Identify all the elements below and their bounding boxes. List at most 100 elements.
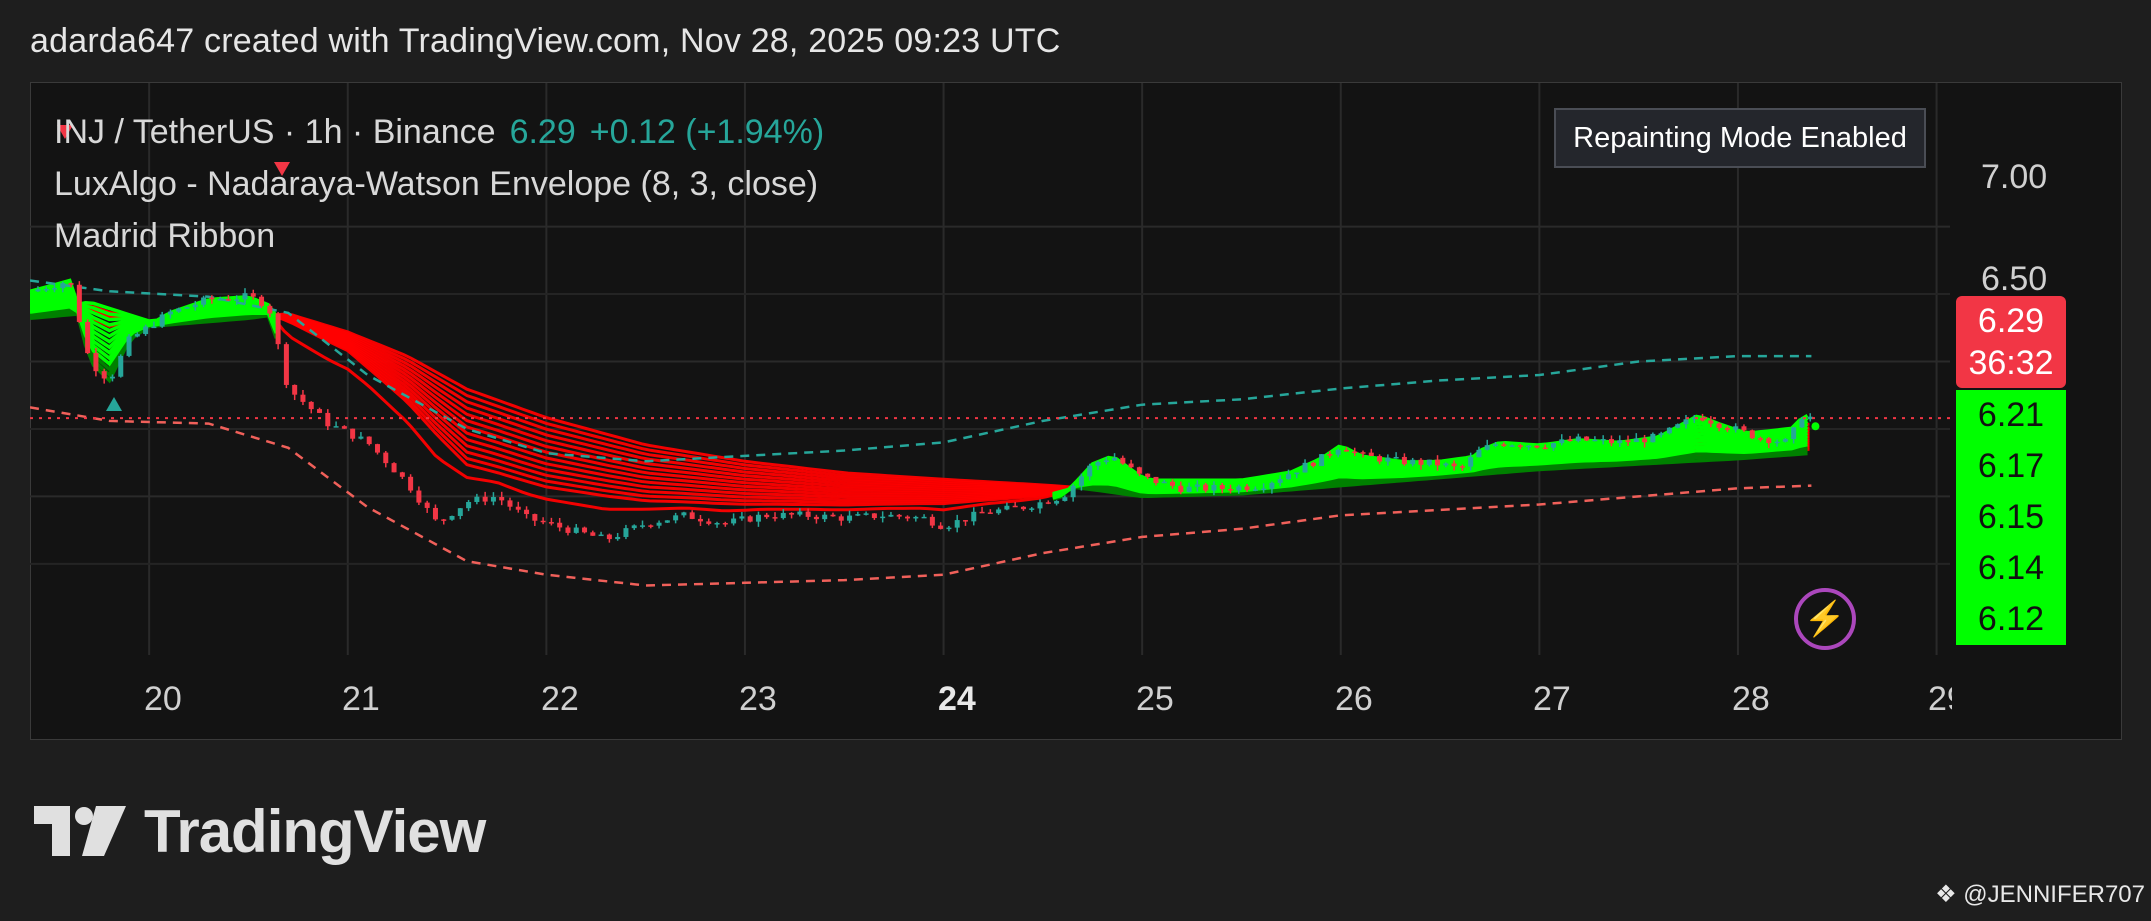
- candle-body-down: [1178, 485, 1184, 492]
- candle-body-up: [1493, 444, 1499, 446]
- candle-body-down: [250, 293, 256, 297]
- candle-body-down: [1435, 459, 1441, 466]
- candle-body-down: [515, 506, 521, 510]
- candle-body-up: [1285, 474, 1291, 480]
- time-label: 20: [144, 680, 182, 718]
- candle-body-down: [1401, 456, 1407, 465]
- candle-body-down: [905, 516, 911, 519]
- candle-body-down: [813, 516, 819, 520]
- tradingview-logo[interactable]: TradingView: [34, 798, 486, 865]
- candle-body-down: [1741, 426, 1747, 431]
- candle-body-down: [85, 321, 91, 354]
- candle-body-up: [60, 283, 66, 289]
- candle-body-up: [1600, 439, 1606, 441]
- candle-body-down: [1219, 485, 1225, 489]
- candle-body-down: [1584, 436, 1590, 441]
- candle-body-up: [466, 501, 472, 509]
- candle-body-up: [623, 528, 629, 537]
- candle-body-up: [664, 520, 670, 523]
- bar-countdown: 36:32: [1968, 344, 2054, 382]
- time-label: 28: [1732, 680, 1770, 718]
- candle-body-down: [987, 512, 993, 514]
- price-tick-7: 7.00: [1981, 158, 2048, 196]
- candle-body-up: [217, 299, 223, 301]
- candle-body-down: [789, 512, 795, 515]
- candle-body-up: [1087, 465, 1093, 477]
- candle-body-down: [1708, 420, 1714, 424]
- candle-body-down: [209, 297, 215, 300]
- candle-body-down: [1459, 466, 1465, 468]
- candle-body-up: [1782, 439, 1788, 442]
- candle-body-down: [1534, 445, 1540, 448]
- candle-body-up: [1236, 486, 1242, 491]
- watermark-handle: @JENNIFER707: [1963, 881, 2145, 908]
- candle-body-down: [1567, 439, 1573, 441]
- candle-body-up: [134, 334, 140, 337]
- candle-body-up: [1774, 441, 1780, 444]
- candle-body-down: [101, 371, 107, 379]
- candle-body-down: [805, 511, 811, 517]
- candle-body-up: [1509, 445, 1515, 447]
- candle-body-up: [1476, 449, 1482, 458]
- candle-body-up: [490, 497, 496, 502]
- candle-body-up: [1277, 479, 1283, 483]
- candle-body-up: [1054, 500, 1060, 504]
- candle-body-up: [118, 355, 124, 377]
- candle-body-up: [946, 527, 952, 530]
- repainting-badge: Repainting Mode Enabled: [1554, 108, 1926, 168]
- candle-body-up: [1733, 426, 1739, 430]
- candle-body-down: [292, 384, 298, 395]
- current-price-value: 6.29: [1977, 302, 2045, 340]
- candle-body-up: [1302, 462, 1308, 473]
- candle-body-down: [548, 522, 554, 524]
- legend-symbol-row[interactable]: INJ / TetherUS · 1h · Binance 6.29 +0.12 (…: [54, 106, 824, 158]
- candle-body-up: [1252, 489, 1258, 491]
- candle-body-down: [929, 516, 935, 526]
- candle-body-down: [1244, 486, 1250, 490]
- legend-indicator-madrid-ribbon[interactable]: Madrid Ribbon: [54, 210, 824, 262]
- candle-body-down: [1360, 452, 1366, 454]
- candle-body-up: [1791, 427, 1797, 440]
- candle-body-down: [764, 514, 770, 518]
- candle-body-down: [1642, 438, 1648, 443]
- candle-body-up: [615, 536, 621, 540]
- candle-body-up: [1550, 443, 1556, 448]
- candle-body-down: [830, 514, 836, 517]
- lightning-icon[interactable]: ⚡: [1794, 588, 1856, 650]
- candle-body-down: [896, 514, 902, 517]
- candle-body-up: [1468, 457, 1474, 467]
- candle-body-down: [1020, 506, 1026, 510]
- candle-body-down: [374, 444, 380, 453]
- legend-change: +0.12 (+1.94%): [589, 113, 825, 151]
- candle-body-down: [962, 520, 968, 522]
- candle-body-up: [1186, 486, 1192, 492]
- candle-body-down: [1451, 463, 1457, 467]
- candle-body-down: [1310, 462, 1316, 466]
- candle-body-up: [598, 534, 604, 537]
- candle-body-down: [1418, 459, 1424, 465]
- candle-body-up: [457, 508, 463, 516]
- candle-body-up: [731, 518, 737, 524]
- envelope-upper-line: [30, 279, 1812, 463]
- candle-body-down: [1377, 456, 1383, 462]
- candle-body-up: [1112, 457, 1118, 461]
- ribbon-line-bear: [30, 303, 1810, 507]
- candle-body-down: [747, 516, 753, 522]
- candle-body-down: [275, 313, 281, 345]
- candle-body-up: [1335, 449, 1341, 455]
- candle-body-down: [838, 516, 844, 521]
- candle-body-up: [1269, 482, 1275, 489]
- legend-indicator-nadaraya[interactable]: LuxAlgo - Nadaraya-Watson Envelope (8, 3…: [54, 158, 824, 210]
- candle-body-down: [1170, 481, 1176, 486]
- candle-body-down: [507, 500, 513, 507]
- candle-body-down: [1012, 505, 1018, 508]
- candle-body-up: [1675, 424, 1681, 428]
- candle-body-down: [1136, 467, 1142, 474]
- ribbon-line-bear: [30, 304, 1810, 504]
- candle-body-down: [1758, 438, 1764, 440]
- candle-body-up: [739, 516, 745, 519]
- candle-body-down: [1542, 447, 1548, 450]
- candle-body-up: [1799, 419, 1805, 428]
- price-tick-6-5: 6.50: [1981, 260, 2048, 298]
- candle-body-down: [1501, 444, 1507, 446]
